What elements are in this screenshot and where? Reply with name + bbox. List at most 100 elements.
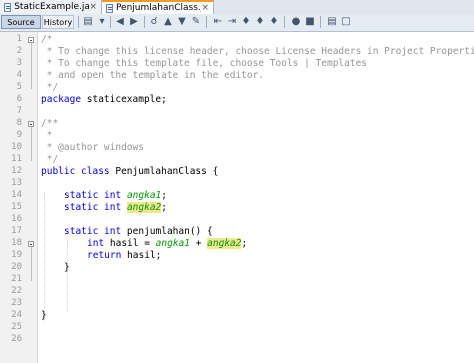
field-name-highlighted: angka2 [207,238,242,249]
indent-guide [67,240,69,312]
close-tab-icon[interactable]: × [89,2,97,12]
keyword: return [87,250,122,261]
tab-label: PenjumlahanClass.java [115,3,202,13]
line-number: 25 [11,322,22,332]
keyword: public class [41,166,110,177]
stop-macro-icon[interactable]: ■ [304,16,316,28]
line-number: 3 [16,58,22,68]
keyword: static int [64,202,122,213]
code-line-8: /** [41,118,59,129]
line-number: 19 [11,250,22,260]
comment-icon[interactable]: ▤ [326,16,338,28]
toolbar-separator [110,16,111,28]
line-number: 11 [11,154,22,164]
editor-toolbar: Source History ▤ ▾ ◀ ▶ ☌ ▲ ▼ ✎ ⇤ ⇥ ♦ ♦ ♦… [0,14,474,32]
line-number-gutter: 1 2 3 4 5 6 7 8 9 10 11 12 13 14 15 16 1… [0,32,38,363]
code-line-20: } [64,262,70,273]
java-file-icon [4,2,12,12]
code-text: hasil; [121,250,162,261]
line-number: 9 [16,130,22,140]
code-line-15: static int angka2; [64,202,167,214]
tab-static-example[interactable]: StaticExample.java × [0,0,102,14]
toolbar-separator [144,16,145,28]
code-line-3: * To change this template file, choose T… [41,58,368,69]
next-bookmark-icon[interactable]: ♦ [254,16,266,28]
line-number: 4 [16,70,22,80]
source-button[interactable]: Source [1,15,41,29]
line-number: 2 [16,46,22,56]
toggle-bookmark-icon[interactable]: ♦ [240,16,252,28]
indent-guide [44,192,46,322]
code-text: PenjumlahanClass { [109,166,219,177]
code-text: ; [161,190,167,201]
line-number: 18 [11,238,22,248]
forward-icon[interactable]: ▶ [128,16,140,28]
fold-guide [31,247,32,281]
code-line-17: static int penjumlahan() { [64,226,213,238]
line-number: 24 [11,310,22,320]
line-number: 12 [11,166,22,176]
code-line-5: */ [41,82,59,93]
toolbar-separator [78,16,79,28]
previous-bookmark-icon[interactable]: ♦ [268,16,280,28]
toolbar-separator [320,16,321,28]
close-tab-icon[interactable]: × [201,3,209,13]
tab-penjumlahan-class[interactable]: PenjumlahanClass.java × [102,0,214,14]
code-line-14: static int angka1; [64,190,167,202]
code-editor[interactable]: /* * To change this license header, choo… [38,32,474,363]
line-number: 5 [16,82,22,92]
line-number: 16 [11,214,22,224]
tab-bar-empty-area [214,0,474,14]
code-line-18: int hasil = angka1 + angka2; [87,238,247,250]
code-line-9: * [41,130,53,141]
line-number: 20 [11,262,22,272]
shift-left-icon[interactable]: ⇤ [212,16,224,28]
code-line-11: */ [41,154,59,165]
field-name-highlighted: angka2 [126,202,162,213]
fold-guide [31,127,32,161]
code-line-10: * @author windows [41,142,144,153]
find-next-icon[interactable]: ▼ [176,16,188,28]
last-edit-icon[interactable]: ▤ [82,16,94,28]
toolbar-separator [206,16,207,28]
code-text: staticexample; [81,94,167,105]
keyword: package [41,94,82,105]
line-number: 8 [16,118,22,128]
code-line-19: return hasil; [87,250,161,262]
line-number: 17 [11,226,22,236]
code-text: penjumlahan() { [121,226,213,237]
field-name: angka1 [155,238,190,249]
line-number: 22 [11,286,22,296]
code-text: + [189,238,208,249]
field-name: angka1 [126,190,162,201]
line-number: 15 [11,202,22,212]
editor-tab-bar: StaticExample.java × PenjumlahanClass.ja… [0,0,474,15]
line-number: 26 [11,334,22,344]
back-icon[interactable]: ◀ [114,16,126,28]
code-line-1: /* [41,34,53,45]
tab-label: StaticExample.java [14,2,90,12]
find-previous-icon[interactable]: ▲ [162,16,174,28]
toggle-highlight-icon[interactable]: ✎ [190,16,202,28]
line-number: 23 [11,298,22,308]
fold-guide [31,43,32,89]
keyword: int [87,238,105,249]
java-file-icon [106,3,113,13]
line-number: 10 [11,142,22,152]
keyword: static int [64,190,122,201]
code-line-4: * and open the template in the editor. [41,70,265,81]
code-text: ; [241,238,248,249]
line-number: 1 [16,34,22,44]
history-dropdown-icon[interactable]: ▾ [96,16,108,28]
start-macro-icon[interactable]: ● [290,16,302,28]
code-line-24: } [41,310,47,321]
uncomment-icon[interactable]: □ [340,16,352,28]
code-text: hasil = [104,238,156,249]
line-number: 14 [11,190,22,200]
keyword: static int [64,226,122,237]
history-button[interactable]: History [42,15,74,29]
line-number: 13 [11,178,22,188]
code-text: ; [161,202,167,213]
find-selection-icon[interactable]: ☌ [148,16,160,28]
shift-right-icon[interactable]: ⇥ [226,16,238,28]
